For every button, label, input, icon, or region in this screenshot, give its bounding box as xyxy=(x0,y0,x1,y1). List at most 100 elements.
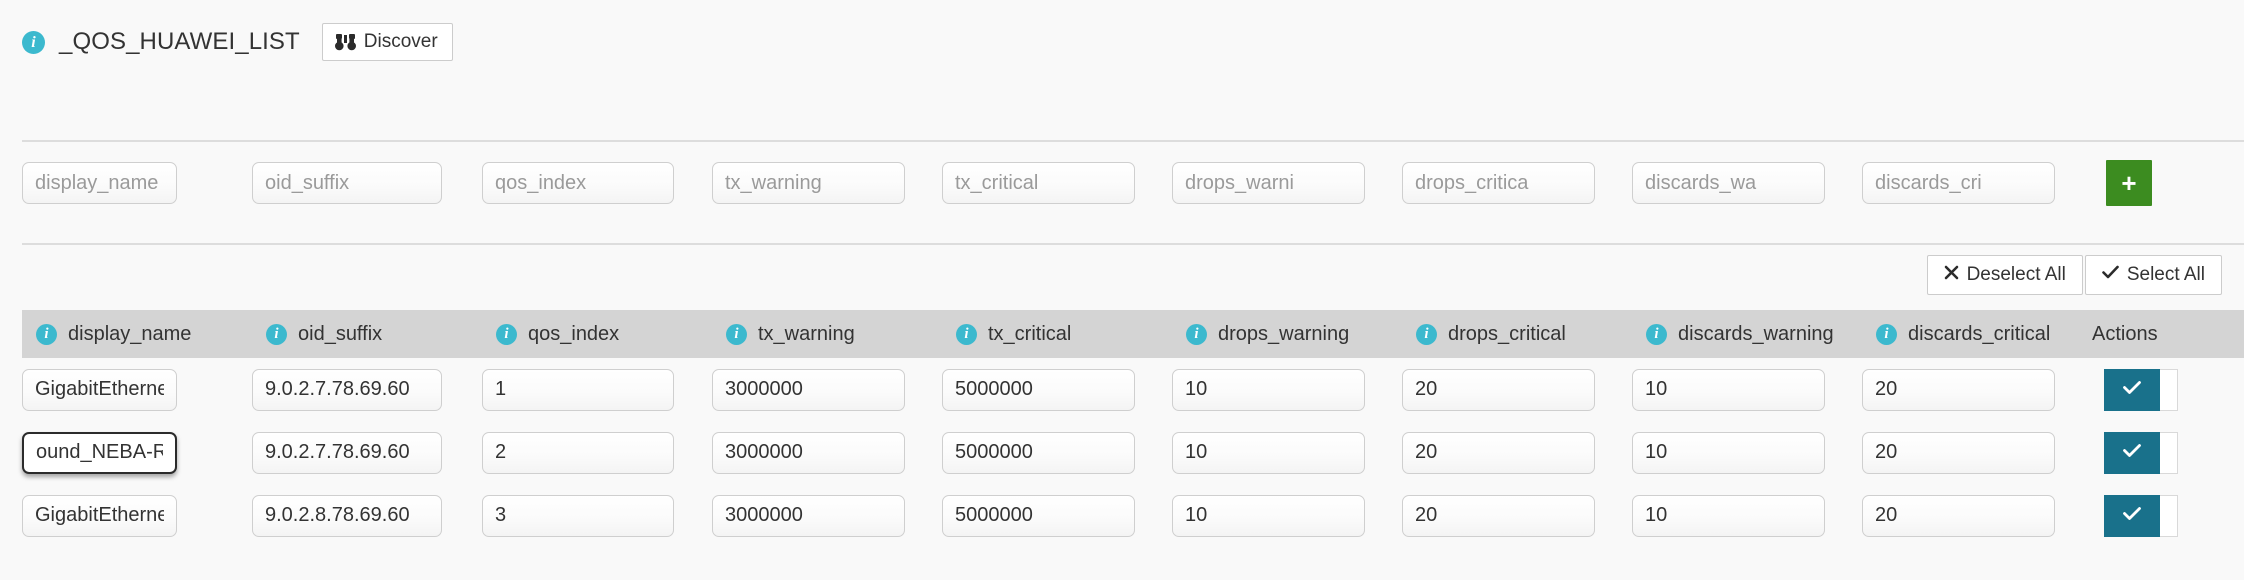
divider-middle xyxy=(22,243,2244,245)
cell-input-discards_warning[interactable] xyxy=(1632,368,1825,411)
cell-input-drops_warning[interactable] xyxy=(1172,494,1365,537)
table-cell-qos_index xyxy=(482,494,712,537)
row-action-secondary[interactable] xyxy=(2160,368,2178,411)
info-icon[interactable]: i xyxy=(1186,323,1207,345)
select-all-button[interactable]: Select All xyxy=(2084,255,2222,295)
cell-input-drops_critical[interactable] xyxy=(1402,431,1595,474)
info-icon[interactable]: i xyxy=(266,323,287,345)
cell-input-display_name[interactable] xyxy=(22,368,177,411)
filter-input-oid_suffix[interactable] xyxy=(252,162,442,204)
cell-input-qos_index[interactable] xyxy=(482,494,674,537)
filter-input-drops_warning[interactable] xyxy=(1172,162,1365,204)
cell-input-discards_warning[interactable] xyxy=(1632,494,1825,537)
info-icon[interactable]: i xyxy=(1416,323,1437,345)
column-header-discards_warning[interactable]: i discards_warning xyxy=(1632,323,1862,346)
filter-input-discards_critical[interactable] xyxy=(1862,162,2055,204)
check-icon xyxy=(2123,441,2141,464)
discover-button-label: Discover xyxy=(363,31,438,52)
cell-input-drops_warning[interactable] xyxy=(1172,368,1365,411)
info-icon[interactable]: i xyxy=(1876,323,1897,345)
cell-input-tx_critical[interactable] xyxy=(942,494,1135,537)
column-header-label: drops_critical xyxy=(1448,322,1566,345)
cell-input-display_name[interactable] xyxy=(22,494,177,537)
cell-input-tx_critical[interactable] xyxy=(942,368,1135,411)
table-header-row: i display_name i oid_suffix i qos_index i tx_wa… xyxy=(22,310,2244,358)
column-header-label: tx_warning xyxy=(758,322,855,345)
table-cell-discards_critical xyxy=(1862,494,2092,537)
cell-input-tx_warning[interactable] xyxy=(712,431,905,474)
row-action-secondary[interactable] xyxy=(2160,431,2178,474)
cell-input-discards_critical[interactable] xyxy=(1862,431,2055,474)
info-icon[interactable]: i xyxy=(496,323,517,345)
cell-input-display_name[interactable] xyxy=(22,431,177,474)
row-select-toggle-button[interactable] xyxy=(2104,494,2160,537)
cell-input-tx_warning[interactable] xyxy=(712,368,905,411)
deselect-all-label: Deselect All xyxy=(1966,264,2066,285)
table-row xyxy=(22,358,2244,421)
discover-button[interactable]: Discover xyxy=(321,23,453,61)
info-icon[interactable]: i xyxy=(36,323,57,345)
check-icon xyxy=(2102,264,2119,286)
filter-input-drops_critical[interactable] xyxy=(1402,162,1595,204)
deselect-all-button[interactable]: Deselect All xyxy=(1926,255,2083,295)
column-header-actions[interactable]: Actions xyxy=(2092,323,2232,346)
cell-input-oid_suffix[interactable] xyxy=(252,431,442,474)
column-header-qos_index[interactable]: i qos_index xyxy=(482,323,712,346)
cell-input-qos_index[interactable] xyxy=(482,368,674,411)
cell-input-oid_suffix[interactable] xyxy=(252,368,442,411)
filter-input-tx_warning[interactable] xyxy=(712,162,905,204)
column-header-oid_suffix[interactable]: i oid_suffix xyxy=(252,323,482,346)
cell-input-discards_critical[interactable] xyxy=(1862,494,2055,537)
column-header-display_name[interactable]: i display_name xyxy=(22,323,252,346)
table-cell-drops_critical xyxy=(1402,368,1632,411)
info-icon[interactable]: i xyxy=(726,323,747,345)
table-cell-tx_warning xyxy=(712,431,942,474)
table-cell-discards_critical xyxy=(1862,368,2092,411)
column-header-tx_warning[interactable]: i tx_warning xyxy=(712,323,942,346)
table-cell-tx_critical xyxy=(942,368,1172,411)
filter-input-qos_index[interactable] xyxy=(482,162,674,204)
table-cell-drops_warning xyxy=(1172,494,1402,537)
table-cell-tx_critical xyxy=(942,494,1172,537)
column-header-drops_critical[interactable]: i drops_critical xyxy=(1402,323,1632,346)
cell-input-tx_critical[interactable] xyxy=(942,431,1135,474)
cell-input-oid_suffix[interactable] xyxy=(252,494,442,537)
cell-input-discards_critical[interactable] xyxy=(1862,368,2055,411)
column-header-discards_critical[interactable]: i discards_critical xyxy=(1862,323,2092,346)
check-icon xyxy=(2123,378,2141,401)
filter-input-display_name[interactable] xyxy=(22,162,177,204)
table-cell-qos_index xyxy=(482,368,712,411)
row-select-toggle-button[interactable] xyxy=(2104,368,2160,411)
info-icon[interactable]: i xyxy=(22,30,45,54)
page-header: i _QOS_HUAWEI_LIST Discover xyxy=(0,0,2244,62)
table-cell-drops_critical xyxy=(1402,494,1632,537)
table-cell-qos_index xyxy=(482,431,712,474)
add-filter-button[interactable]: + xyxy=(2106,160,2152,206)
table-row xyxy=(22,484,2244,547)
info-icon[interactable]: i xyxy=(1646,323,1667,345)
cell-input-discards_warning[interactable] xyxy=(1632,431,1825,474)
x-icon xyxy=(1944,264,1959,286)
row-action-secondary[interactable] xyxy=(2160,494,2178,537)
column-header-label: Actions xyxy=(2092,322,2158,345)
column-header-tx_critical[interactable]: i tx_critical xyxy=(942,323,1172,346)
table-body xyxy=(22,358,2244,547)
check-icon xyxy=(2123,504,2141,527)
row-select-toggle-button[interactable] xyxy=(2104,431,2160,474)
cell-input-drops_critical[interactable] xyxy=(1402,494,1595,537)
table-cell-oid_suffix xyxy=(252,494,482,537)
cell-input-drops_warning[interactable] xyxy=(1172,431,1365,474)
cell-input-drops_critical[interactable] xyxy=(1402,368,1595,411)
binoculars-icon xyxy=(334,33,356,52)
filter-input-tx_critical[interactable] xyxy=(942,162,1135,204)
filter-input-discards_warning[interactable] xyxy=(1632,162,1825,204)
table-cell-oid_suffix xyxy=(252,431,482,474)
table-cell-tx_warning xyxy=(712,368,942,411)
info-icon[interactable]: i xyxy=(956,323,977,345)
table-cell-discards_warning xyxy=(1632,368,1862,411)
cell-input-qos_index[interactable] xyxy=(482,431,674,474)
table-cell-oid_suffix xyxy=(252,368,482,411)
column-header-label: discards_warning xyxy=(1678,322,1834,345)
cell-input-tx_warning[interactable] xyxy=(712,494,905,537)
column-header-drops_warning[interactable]: i drops_warning xyxy=(1172,323,1402,346)
